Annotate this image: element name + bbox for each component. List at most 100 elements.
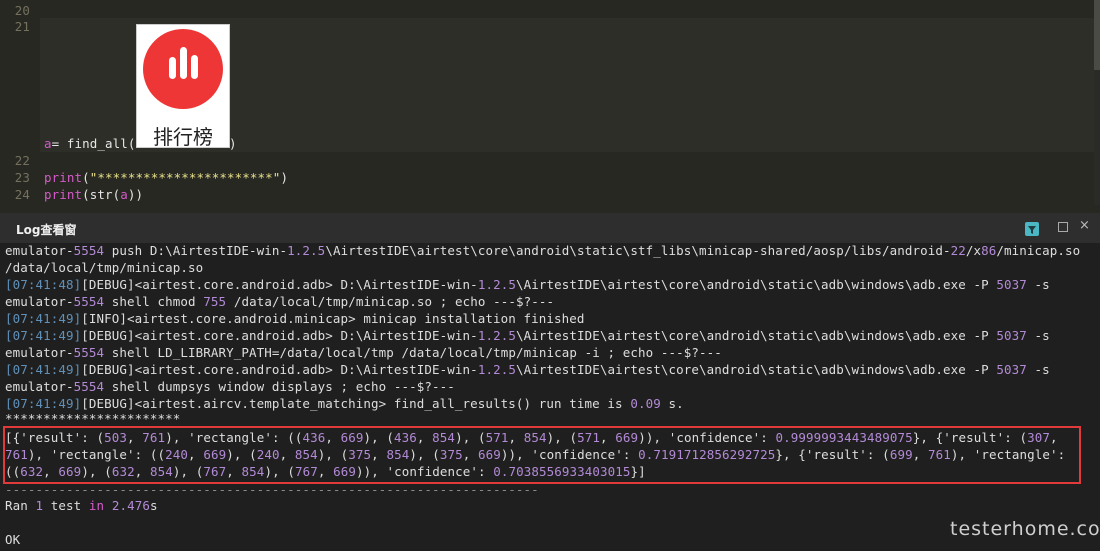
line-number: 21 xyxy=(14,19,30,34)
log-separator: ----------------------------------------… xyxy=(5,482,539,497)
log-text: [INFO]<airtest.core.android.minicap> min… xyxy=(81,311,585,326)
log-text: Ran xyxy=(5,498,36,513)
close-icon[interactable]: × xyxy=(1079,218,1090,233)
log-text: test xyxy=(43,498,89,513)
editor-scrollbar[interactable] xyxy=(1094,0,1100,205)
code-token: ) xyxy=(229,136,237,151)
log-text: ), ( xyxy=(363,430,395,445)
log-number: 1.2.5 xyxy=(477,277,516,292)
log-text: ), 'rectangle': (( xyxy=(165,430,303,445)
log-number: 854 xyxy=(294,447,318,462)
log-text: , xyxy=(226,464,242,479)
log-text: -s xyxy=(1026,277,1050,292)
log-text: , xyxy=(462,447,478,462)
log-text: , xyxy=(188,447,204,462)
log-text: )), 'confidence': xyxy=(638,430,776,445)
log-text: [DEBUG]<airtest.aircv.template_matching>… xyxy=(81,396,631,411)
code-token: print xyxy=(44,187,83,202)
code-line-23[interactable]: print("***********************") xyxy=(44,170,288,185)
log-line: Ran 1 test in 2.476s xyxy=(5,498,158,513)
code-token: )) xyxy=(127,187,144,202)
code-token: "***********************" xyxy=(89,170,281,185)
leaderboard-icon xyxy=(143,29,223,109)
log-line: OK xyxy=(5,532,21,547)
log-number: 375 xyxy=(348,447,372,462)
log-number: 669 xyxy=(615,430,639,445)
log-number: 761 xyxy=(927,447,951,462)
log-text: /data/local/tmp/minicap.so ; echo ---$?-… xyxy=(226,294,555,309)
log-text: ), ( xyxy=(264,464,295,479)
log-number: 669 xyxy=(478,447,501,462)
log-number: 0.7038556933403015 xyxy=(493,464,631,479)
log-number: 632 xyxy=(111,464,135,479)
log-number: 0.09 xyxy=(630,396,661,411)
log-text: emulator- xyxy=(5,243,74,258)
log-number: 1.2.5 xyxy=(477,328,516,343)
log-text: , xyxy=(317,464,334,479)
log-line: [07:41:48][DEBUG]<airtest.core.android.a… xyxy=(5,277,1050,292)
log-text: shell LD_LIBRARY_PATH=/data/local/tmp /d… xyxy=(104,345,722,360)
log-text: /x xyxy=(965,243,982,258)
log-number: 86 xyxy=(981,243,997,258)
log-text: , xyxy=(371,447,387,462)
log-number: 5037 xyxy=(996,362,1027,377)
log-number: 699 xyxy=(889,447,913,462)
log-number: 0.9999993443489075 xyxy=(775,430,913,445)
log-text: , xyxy=(600,430,616,445)
log-text: }, {'result': ( xyxy=(775,447,890,462)
log-text: ), ( xyxy=(81,464,112,479)
log-text: push D:\AirtestIDE-win- xyxy=(104,243,288,258)
log-number: 669 xyxy=(340,430,364,445)
log-number: 5554 xyxy=(73,294,105,309)
log-text: [DEBUG]<airtest.core.android.adb> D:\Air… xyxy=(81,277,478,292)
log-text: \AirtestIDE\airtest\core\android\static\… xyxy=(325,243,951,258)
log-line: emulator-5554 push D:\AirtestIDE-win-1.2… xyxy=(5,243,1080,258)
log-number: 5037 xyxy=(996,277,1027,292)
result-line: [{'result': (503, 761), 'rectangle': ((4… xyxy=(5,430,1058,445)
code-token: ( xyxy=(82,170,90,185)
code-line-24[interactable]: print(str(a)) xyxy=(44,187,143,202)
log-number: 854 xyxy=(523,430,547,445)
image-template-thumbnail[interactable]: 排行榜 xyxy=(136,24,230,149)
line-number: 22 xyxy=(14,153,30,168)
log-text: , xyxy=(416,430,433,445)
log-number: 5554 xyxy=(73,345,105,360)
log-text: ), ( xyxy=(317,447,349,462)
log-number: 761 xyxy=(5,447,28,462)
log-text: , xyxy=(1050,430,1058,445)
log-line: [07:41:49][DEBUG]<airtest.aircv.template… xyxy=(5,396,684,411)
log-text: ), ( xyxy=(409,447,440,462)
log-number: 503 xyxy=(104,430,128,445)
editor-scrollbar-thumb[interactable] xyxy=(1094,0,1100,70)
log-text: [DEBUG]<airtest.core.android.adb> D:\Air… xyxy=(81,328,478,343)
log-number: 2.476 xyxy=(111,498,150,513)
code-line-21[interactable]: a= find_all( xyxy=(44,136,136,151)
log-keyword: in xyxy=(88,498,105,513)
log-number: 854 xyxy=(149,464,173,479)
log-text: s. xyxy=(660,396,684,411)
log-text: , xyxy=(912,447,928,462)
log-number: 669 xyxy=(203,447,227,462)
code-editor[interactable]: 20 21 22 23 24 a= find_all( ) 排行榜 print(… xyxy=(0,0,1100,205)
code-token: find_all( xyxy=(66,136,136,151)
code-token: ) xyxy=(280,170,289,185)
log-number: 571 xyxy=(577,430,601,445)
line-number: 20 xyxy=(14,3,30,18)
log-text: -s xyxy=(1026,328,1050,343)
watermark: testerhome.com xyxy=(950,518,1100,540)
filter-icon[interactable] xyxy=(1025,222,1039,236)
log-number: 854 xyxy=(241,464,265,479)
log-text: )), 'confidence': xyxy=(356,464,494,479)
log-text: [{'result': ( xyxy=(5,430,105,445)
log-number: 307 xyxy=(1027,430,1050,445)
log-timestamp: [07:41:49] xyxy=(5,328,82,343)
code-token: print xyxy=(44,170,83,185)
log-panel-header: Log查看窗 xyxy=(0,213,1100,243)
code-token: a xyxy=(120,187,128,202)
log-number: 767 xyxy=(203,464,227,479)
log-text: ), ( xyxy=(172,464,204,479)
restore-icon[interactable] xyxy=(1058,222,1068,232)
log-number: 767 xyxy=(294,464,318,479)
log-line: [07:41:49][DEBUG]<airtest.core.android.a… xyxy=(5,328,1050,343)
log-line: [07:41:49][DEBUG]<airtest.core.android.a… xyxy=(5,362,1050,377)
